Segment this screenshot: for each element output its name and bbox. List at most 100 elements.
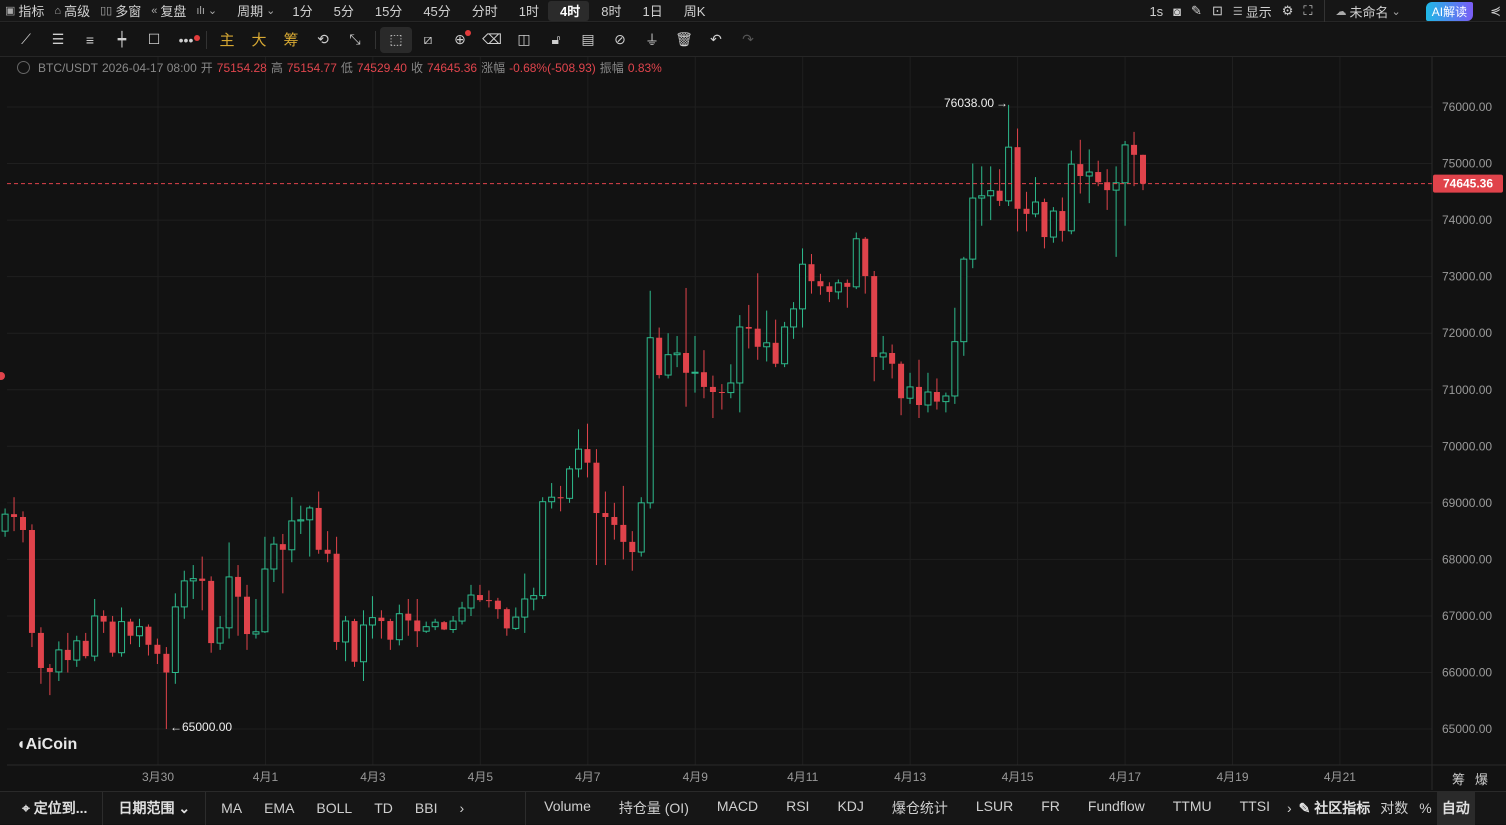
locate-button[interactable]: ⌖ 定位到...: [0, 798, 98, 818]
period-9[interactable]: 周K: [672, 1, 715, 21]
chip-button[interactable]: 筹: [275, 27, 307, 53]
main-indicator-bbi[interactable]: BBI: [404, 800, 449, 816]
sub-indicator-2[interactable]: MACD: [703, 798, 772, 818]
main-indicator-ma[interactable]: MA: [210, 800, 253, 816]
select-icon[interactable]: ⬚: [380, 26, 412, 53]
magnet-icon[interactable]: ⤡: [339, 27, 371, 53]
candle-body: [889, 352, 896, 364]
chart-type-dropdown[interactable]: ılı ⌄: [191, 1, 222, 21]
large-order-button[interactable]: 大: [243, 27, 275, 53]
sync-draw-icon[interactable]: ⟲: [307, 27, 339, 53]
axis-corner-buttons: 筹爆: [1452, 769, 1498, 788]
main-indicator-ema[interactable]: EMA: [253, 800, 305, 816]
fullscreen-icon[interactable]: ⛶: [1298, 1, 1317, 21]
sub-indicator-0[interactable]: Volume: [530, 798, 605, 818]
candle-body: [602, 513, 609, 517]
candle-tool-icon[interactable]: ◫: [508, 27, 540, 53]
log-scale-toggle[interactable]: 对数: [1374, 798, 1414, 818]
camera-icon[interactable]: ◙: [1168, 1, 1186, 21]
display-label: 显示: [1245, 4, 1272, 20]
period-0[interactable]: 1分: [280, 1, 321, 21]
display-button[interactable]: ☰ 显示: [1228, 1, 1277, 21]
period-6[interactable]: 4时: [548, 0, 590, 21]
community-indicator-button[interactable]: ✎ 社区指标: [1295, 798, 1375, 818]
x-tick-label: 3月30: [142, 770, 174, 784]
main-force-button[interactable]: 主: [211, 27, 243, 53]
period-5[interactable]: 1时: [507, 1, 548, 21]
sub-indicator-4[interactable]: KDJ: [823, 798, 877, 818]
period-dropdown[interactable]: 周期 ⌄: [232, 1, 280, 21]
auto-scale-toggle[interactable]: 自动: [1436, 791, 1475, 825]
period-7[interactable]: 8时: [589, 1, 630, 21]
date-range-dropdown[interactable]: 日期范围 ⌄: [107, 798, 201, 818]
candle-body: [1005, 146, 1013, 202]
link-icon[interactable]: ⊘: [604, 27, 636, 53]
sub-indicator-8[interactable]: Fundflow: [1074, 798, 1159, 818]
candle-body: [987, 190, 995, 197]
divider: [1323, 0, 1325, 22]
settings-icon[interactable]: ⚙: [1277, 1, 1299, 21]
period-4[interactable]: 分时: [460, 1, 507, 21]
candle-body: [485, 600, 492, 602]
share-icon[interactable]: ⋞: [1485, 1, 1506, 21]
pencil-icon[interactable]: ✎: [1186, 1, 1207, 21]
low-label: 低: [340, 61, 353, 75]
trash-icon[interactable]: 🗑︎: [668, 27, 700, 53]
filter-icon[interactable]: ⏚: [636, 27, 668, 53]
period-2[interactable]: 15分: [363, 1, 411, 21]
horizontal-ray-icon[interactable]: ┿: [106, 27, 138, 53]
candle-body: [951, 341, 959, 397]
percent-scale-toggle[interactable]: %: [1414, 800, 1436, 816]
sub-indicator-1[interactable]: 持仓量 (OI): [605, 798, 703, 818]
candle-body: [745, 326, 752, 329]
sub-indicator-6[interactable]: LSUR: [962, 798, 1027, 818]
multi-window-button[interactable]: ▯▯ 多窗: [95, 1, 146, 21]
period-1[interactable]: 5分: [322, 1, 363, 21]
candle-down: [441, 621, 448, 631]
ruler-icon[interactable]: ⧄: [412, 27, 444, 53]
sub-indicator-7[interactable]: FR: [1027, 798, 1074, 818]
chevron-right-icon[interactable]: ›: [1284, 800, 1295, 816]
rectangle-icon[interactable]: ☐: [138, 27, 170, 53]
replay-button[interactable]: «复盘: [146, 1, 191, 21]
layout-dropdown[interactable]: ☁ 未命名 ⌄: [1331, 1, 1406, 21]
horizontal-lines-icon[interactable]: ≡: [74, 27, 106, 53]
redo-icon[interactable]: ↷: [732, 27, 764, 53]
candlestick-chart[interactable]: 76000.00 75000.00 74000.00 73000.00 72000.00…: [0, 57, 1506, 791]
candle-down: [351, 618, 358, 667]
sub-indicator-3[interactable]: RSI: [772, 798, 823, 818]
eraser-icon[interactable]: ⌫: [476, 27, 508, 53]
high-label: 高: [270, 61, 283, 75]
ai-interpret-button[interactable]: AI解读: [1425, 1, 1474, 21]
zoom-in-icon[interactable]: ⊕: [444, 27, 476, 53]
parallel-channel-icon[interactable]: ☰: [42, 27, 74, 53]
liquidation-button[interactable]: 爆: [1475, 772, 1498, 787]
chip-distribution-button[interactable]: 筹: [1452, 772, 1475, 787]
line-tool-icon[interactable]: ⟋: [10, 27, 42, 53]
sub-indicator-10[interactable]: TTSI: [1226, 798, 1284, 818]
x-tick-label: 4月15: [1002, 770, 1034, 784]
candle-down: [208, 576, 215, 653]
candle-body: [718, 392, 725, 394]
chevron-right-icon[interactable]: ›: [448, 800, 475, 816]
top-right-tools: 1s ◙ ✎ ⊡ ☰ 显示 ⚙ ⛶ ☁ 未命名 ⌄ AI解读 ⋞: [1144, 0, 1506, 22]
lock-icon[interactable]: 🔓︎: [540, 27, 572, 53]
collapse-circle-icon[interactable]: [17, 61, 30, 74]
template-icon[interactable]: ▤: [572, 27, 604, 53]
main-indicator-boll[interactable]: BOLL: [305, 800, 363, 816]
advanced-button[interactable]: ⌂ 高级: [49, 1, 95, 21]
candle-body: [637, 502, 645, 553]
refresh-rate[interactable]: 1s: [1144, 1, 1168, 21]
period-3[interactable]: 45分: [411, 1, 459, 21]
multi-window-icon: ▯▯: [100, 5, 113, 17]
y-tick-label: 76000.00: [1442, 100, 1492, 114]
sub-indicator-5[interactable]: 爆仓统计: [878, 798, 962, 818]
period-8[interactable]: 1日: [631, 1, 672, 21]
indicator-button[interactable]: ▣ 指标: [0, 1, 49, 21]
add-window-icon[interactable]: ⊡: [1207, 1, 1228, 21]
main-indicator-td[interactable]: TD: [363, 800, 404, 816]
candle-body: [1041, 202, 1048, 238]
more-tools-icon[interactable]: •••: [170, 27, 202, 53]
undo-icon[interactable]: ↶: [700, 27, 732, 53]
sub-indicator-9[interactable]: TTMU: [1159, 798, 1226, 818]
